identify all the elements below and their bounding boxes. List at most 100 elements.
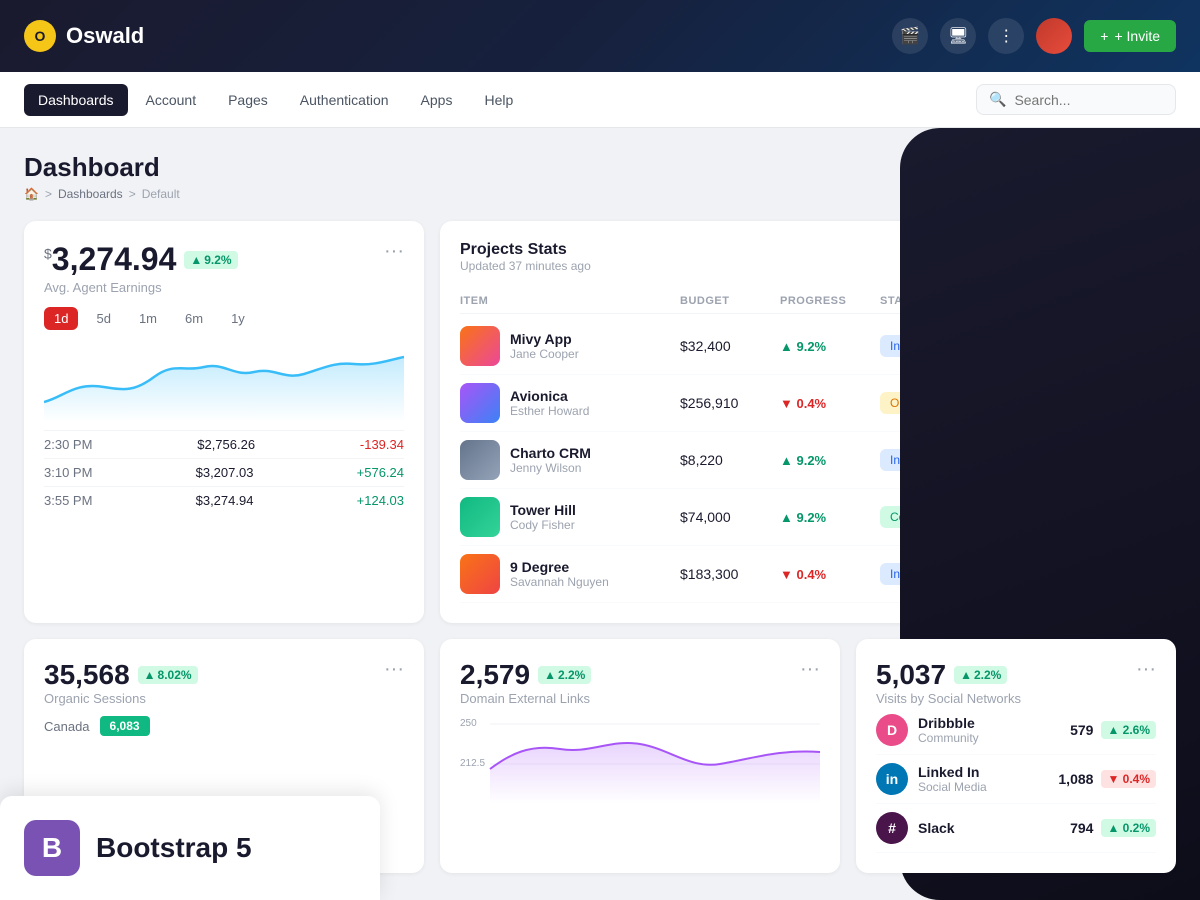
page-title-area: Dashboard 🏠 > Dashboards > Default <box>24 152 180 201</box>
linkedin-value: 1,088 <box>1058 771 1093 787</box>
project-info-4: Tower Hill Cody Fisher <box>460 497 680 537</box>
time-2: 3:10 PM <box>44 465 92 480</box>
domain-more-icon[interactable]: ··· <box>800 659 820 679</box>
time-filters: 1d 5d 1m 6m 1y <box>44 307 404 330</box>
linkedin-info: Linked In Social Media <box>918 764 987 794</box>
breadcrumb-dashboards[interactable]: Dashboards <box>58 187 123 201</box>
project-name-area-3: Charto CRM Jenny Wilson <box>510 445 591 475</box>
time-1: 2:30 PM <box>44 437 92 452</box>
project-name-4: Tower Hill <box>510 502 576 518</box>
social-left-slack: # Slack <box>876 812 955 844</box>
dribbble-badge: ▲ 2.6% <box>1101 721 1156 739</box>
linkedin-stats: 1,088 ▼ 0.4% <box>1058 770 1156 788</box>
nav-item-authentication[interactable]: Authentication <box>286 84 403 116</box>
project-name-area-4: Tower Hill Cody Fisher <box>510 502 576 532</box>
projects-updated: Updated 37 minutes ago <box>460 259 591 273</box>
nav-item-dashboards[interactable]: Dashboards <box>24 84 128 116</box>
logo-area: O Oswald <box>24 20 144 52</box>
organic-value-area: 35,568 ▲ 8.02% Organic Sessions <box>44 659 198 706</box>
invite-button[interactable]: + + Invite <box>1084 20 1176 52</box>
home-icon: 🏠 <box>24 187 39 201</box>
social-left-linkedin: in Linked In Social Media <box>876 763 987 795</box>
share-icon-btn[interactable]: ⋮ <box>988 18 1024 54</box>
domain-card: 2,579 ▲ 2.2% Domain External Links ··· <box>440 639 840 873</box>
project-owner-2: Esther Howard <box>510 404 589 418</box>
social-item-slack: # Slack 794 ▲ 0.2% <box>876 804 1156 853</box>
dribbble-info: Dribbble Community <box>918 715 979 745</box>
social-value-area: 5,037 ▲ 2.2% Visits by Social Networks <box>876 659 1021 706</box>
project-name-area-5: 9 Degree Savannah Nguyen <box>510 559 609 589</box>
more-dots-icon[interactable]: ··· <box>384 241 404 261</box>
nav-item-pages[interactable]: Pages <box>214 84 282 116</box>
data-rows: 2:30 PM $2,756.26 -139.34 3:10 PM $3,207… <box>44 430 404 514</box>
camera-icon-btn[interactable]: 🎬 <box>892 18 928 54</box>
budget-5: $183,300 <box>680 566 780 582</box>
organic-more-icon[interactable]: ··· <box>384 659 404 679</box>
time-filter-1y[interactable]: 1y <box>221 307 255 330</box>
earnings-card: $3,274.94 ▲ 9.2% Avg. Agent Earnings ···… <box>24 221 424 623</box>
slack-stats: 794 ▲ 0.2% <box>1070 819 1156 837</box>
organic-label: Organic Sessions <box>44 691 198 706</box>
progress-5: ▼ 0.4% <box>780 567 880 582</box>
slack-icon: # <box>876 812 908 844</box>
project-name-5: 9 Degree <box>510 559 609 575</box>
nav-item-account[interactable]: Account <box>132 84 211 116</box>
monitor-icon-btn[interactable]: 🖥 <box>940 18 976 54</box>
project-info-2: Avionica Esther Howard <box>460 383 680 423</box>
project-owner-1: Jane Cooper <box>510 347 579 361</box>
nav-item-apps[interactable]: Apps <box>407 84 467 116</box>
amount-3: $3,274.94 <box>196 493 254 508</box>
logo-icon: O <box>24 20 56 52</box>
linkedin-type: Social Media <box>918 780 987 794</box>
earnings-badge: ▲ 9.2% <box>184 251 237 269</box>
col-item: ITEM <box>460 295 680 307</box>
budget-1: $32,400 <box>680 338 780 354</box>
slack-value: 794 <box>1070 820 1093 836</box>
bootstrap-icon: B <box>24 820 80 876</box>
project-thumb-5 <box>460 554 500 594</box>
currency-symbol: $ <box>44 245 52 261</box>
earnings-value-area: $3,274.94 ▲ 9.2% Avg. Agent Earnings <box>44 241 238 295</box>
budget-3: $8,220 <box>680 452 780 468</box>
col-progress: PROGRESS <box>780 295 880 307</box>
project-name-area-2: Avionica Esther Howard <box>510 388 589 418</box>
budget-2: $256,910 <box>680 395 780 411</box>
domain-label: Domain External Links <box>460 691 591 706</box>
data-row-1: 2:30 PM $2,756.26 -139.34 <box>44 430 404 458</box>
bootstrap-text: Bootstrap 5 <box>96 832 252 864</box>
dribbble-type: Community <box>918 731 979 745</box>
avatar[interactable] <box>1036 18 1072 54</box>
project-name-3: Charto CRM <box>510 445 591 461</box>
time-filter-1d[interactable]: 1d <box>44 307 78 330</box>
time-filter-5d[interactable]: 5d <box>86 307 120 330</box>
social-label: Visits by Social Networks <box>876 691 1021 706</box>
project-name-1: Mivy App <box>510 331 579 347</box>
time-filter-6m[interactable]: 6m <box>175 307 213 330</box>
project-thumb-4 <box>460 497 500 537</box>
social-more-icon[interactable]: ··· <box>1136 659 1156 679</box>
time-filter-1m[interactable]: 1m <box>129 307 167 330</box>
slack-name: Slack <box>918 820 955 836</box>
dribbble-stats: 579 ▲ 2.6% <box>1070 721 1156 739</box>
project-thumb-3 <box>460 440 500 480</box>
domain-value-area: 2,579 ▲ 2.2% Domain External Links <box>460 659 591 706</box>
project-info-3: Charto CRM Jenny Wilson <box>460 440 680 480</box>
budget-4: $74,000 <box>680 509 780 525</box>
dribbble-icon: D <box>876 714 908 746</box>
slack-info: Slack <box>918 820 955 836</box>
search-input[interactable] <box>1014 92 1163 108</box>
project-info-1: Mivy App Jane Cooper <box>460 326 680 366</box>
page-title: Dashboard <box>24 152 180 183</box>
canada-value: 6,083 <box>100 716 150 736</box>
col-budget: BUDGET <box>680 295 780 307</box>
progress-1: ▲ 9.2% <box>780 339 880 354</box>
time-3: 3:55 PM <box>44 493 92 508</box>
nav-item-help[interactable]: Help <box>470 84 527 116</box>
amount-2: $3,207.03 <box>196 465 254 480</box>
social-badge: ▲ 2.2% <box>954 666 1007 684</box>
project-name-area-1: Mivy App Jane Cooper <box>510 331 579 361</box>
nav-items: Dashboards Account Pages Authentication … <box>24 84 527 116</box>
nav-search: 🔍 <box>976 84 1176 115</box>
project-info-5: 9 Degree Savannah Nguyen <box>460 554 680 594</box>
invite-icon: + <box>1100 28 1108 44</box>
